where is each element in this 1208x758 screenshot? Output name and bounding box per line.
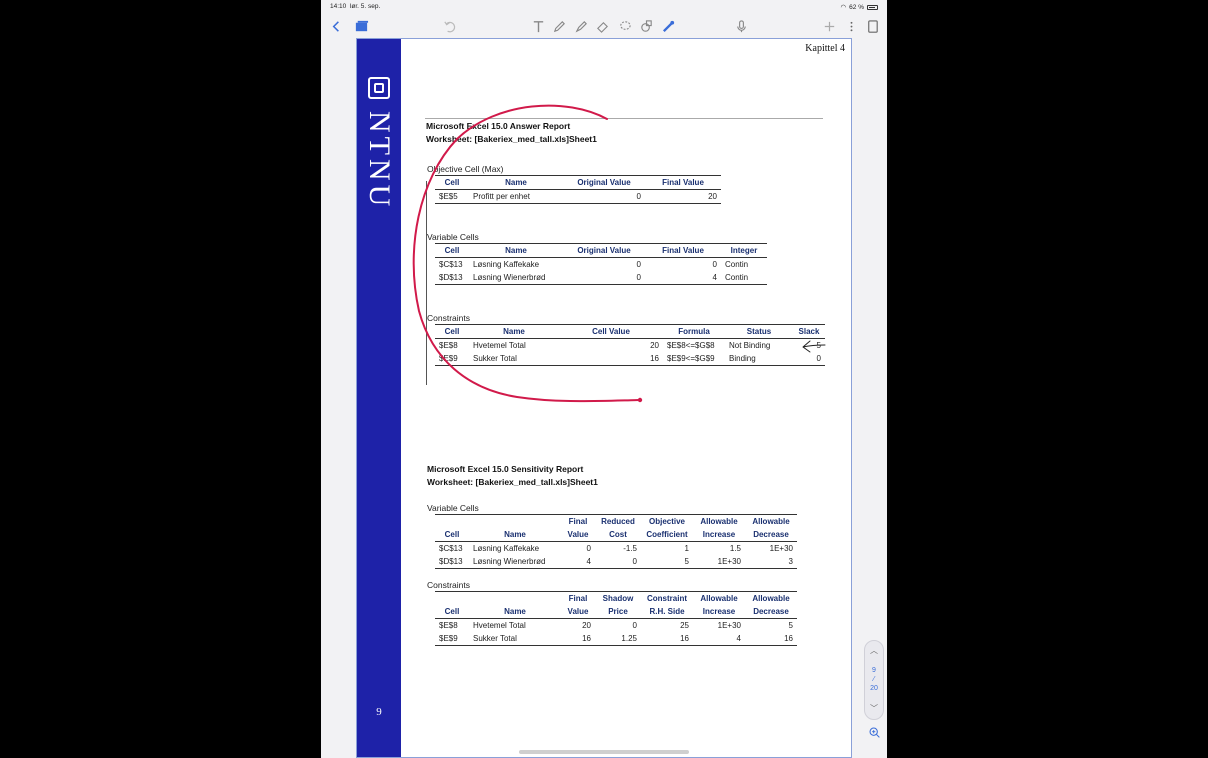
status-right: ◠ 62 %	[840, 3, 878, 11]
ink-stroke-end-dot	[637, 397, 643, 403]
handwritten-annotations	[412, 104, 826, 403]
add-icon[interactable]	[819, 16, 839, 36]
ink-circle-stroke	[412, 104, 641, 403]
eraser-icon[interactable]	[592, 16, 612, 36]
lasso-icon[interactable]	[614, 16, 634, 36]
document-page[interactable]: NTNU 9 Kapittel 4 Microsoft Excel 15.0 A…	[356, 38, 852, 758]
wifi-icon: ◠	[840, 4, 847, 11]
back-chevron-icon[interactable]	[326, 16, 346, 36]
ipad-screen: 14:10 lør. 5. sep. ◠ 62 % NTNU 9 Kapitte…	[321, 0, 887, 758]
text-tool-icon[interactable]	[528, 16, 548, 36]
chevron-down-icon[interactable]: ﹀	[865, 703, 883, 714]
laser-pointer-icon[interactable]	[658, 16, 678, 36]
status-time: 14:10 lør. 5. sep.	[330, 3, 381, 10]
pager-total-pages: 20	[870, 685, 878, 692]
battery-percent: 62 %	[849, 3, 864, 11]
toolbar	[321, 14, 887, 38]
zoom-icon[interactable]	[864, 722, 884, 742]
highlighter-icon[interactable]	[571, 16, 591, 36]
undo-icon[interactable]	[439, 16, 459, 36]
pager-separator: ⁄	[873, 676, 875, 683]
ink-arrow-icon	[802, 340, 826, 353]
page-scroller[interactable]: ︿ 9 ⁄ 20 ﹀	[864, 640, 884, 720]
page-layout-icon[interactable]	[862, 16, 882, 36]
chevron-up-icon[interactable]: ︿	[865, 645, 883, 656]
pager-current-page: 9	[872, 667, 876, 674]
home-indicator[interactable]	[519, 750, 689, 754]
more-icon[interactable]	[841, 16, 861, 36]
status-bar: 14:10 lør. 5. sep. ◠ 62 %	[321, 0, 887, 14]
pen-icon[interactable]	[549, 16, 569, 36]
thumbnails-icon[interactable]	[351, 16, 371, 36]
microphone-icon[interactable]	[731, 16, 751, 36]
shapes-icon[interactable]	[636, 16, 656, 36]
battery-icon	[867, 4, 878, 10]
